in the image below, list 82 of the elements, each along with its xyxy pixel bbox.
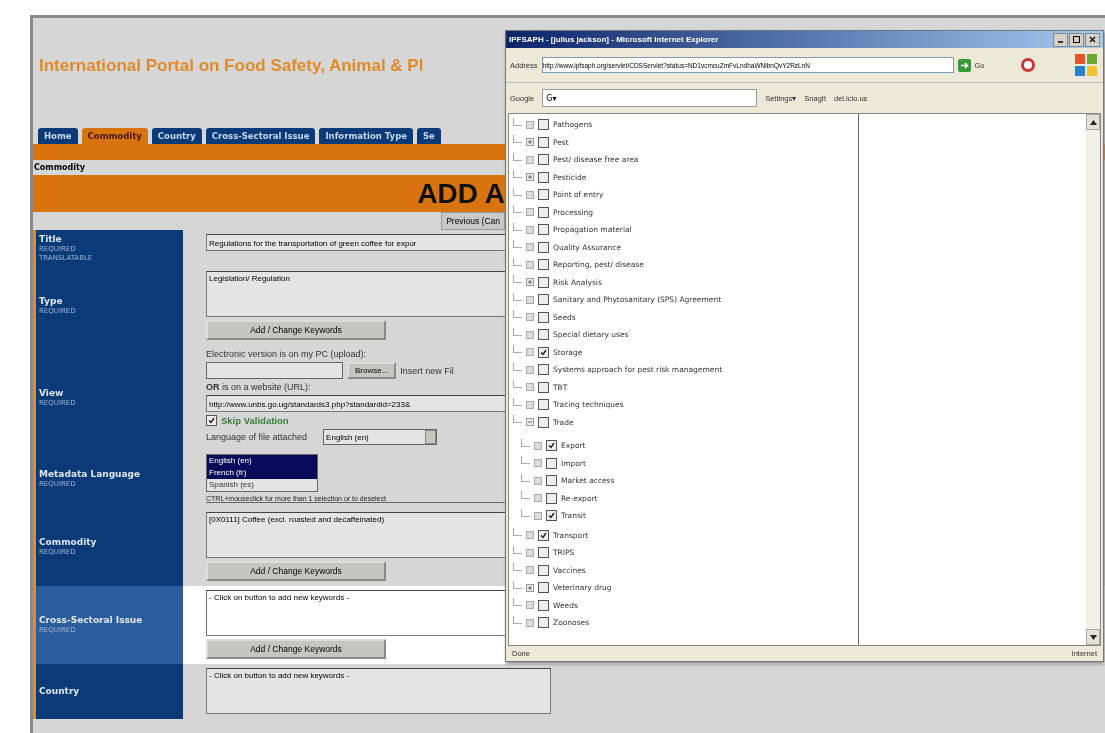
expand-icon[interactable] (526, 173, 534, 182)
field-name: Title (39, 234, 63, 245)
checkbox[interactable] (538, 276, 549, 288)
collapse-icon[interactable] (526, 418, 534, 427)
field-label: Language of file attached (206, 432, 308, 442)
list-option[interactable]: English (en) (207, 455, 317, 467)
language-listbox[interactable]: English (en) French (fr) Spanish (es) (206, 454, 318, 492)
checkbox[interactable] (546, 457, 557, 469)
checkbox[interactable] (206, 415, 217, 426)
expand-icon[interactable] (526, 278, 534, 287)
checkbox[interactable] (538, 329, 549, 341)
nav-tab[interactable]: Se (417, 128, 441, 144)
text-field[interactable]: Regulations for the transportation of green coffee for expor (206, 234, 506, 251)
previous-button[interactable]: Previous (Can (441, 212, 505, 230)
checkbox[interactable] (538, 119, 549, 131)
page-icon (526, 155, 534, 164)
nav-tab[interactable]: Commodity (81, 128, 148, 144)
checkbox[interactable] (538, 206, 549, 218)
checkbox[interactable] (538, 171, 549, 183)
field-name: Metadata Language (39, 469, 142, 480)
checkbox[interactable] (538, 547, 549, 559)
checkbox[interactable] (538, 136, 549, 148)
checkbox[interactable] (538, 564, 549, 576)
checkbox[interactable] (546, 492, 557, 504)
page-heading: ADD A (417, 177, 505, 210)
checkbox[interactable] (538, 241, 549, 253)
window-title: IPFSAPH - [julius jackson] - Microsoft Internet Explorer (509, 35, 719, 44)
field-name: Commodity (39, 537, 98, 548)
checkbox[interactable] (546, 475, 557, 487)
close-icon[interactable] (1085, 32, 1100, 47)
windows-logo-icon (1073, 52, 1099, 78)
checkbox[interactable] (546, 510, 557, 522)
field-name: View (39, 387, 65, 399)
checkbox[interactable] (538, 224, 549, 236)
field-name: Country (39, 686, 81, 697)
checkbox[interactable] (538, 154, 549, 166)
text-area[interactable]: - Click on button to add new keywords - (206, 668, 551, 714)
keywords-button[interactable]: Add / Change Keywords (206, 639, 386, 659)
field-name: Cross-Sectoral Issue (39, 615, 144, 626)
checkbox[interactable] (546, 440, 557, 452)
checkbox[interactable] (538, 364, 549, 376)
checkbox[interactable] (538, 311, 549, 323)
minimize-icon[interactable] (1053, 32, 1068, 47)
checkbox[interactable] (538, 346, 549, 358)
text-field[interactable]: http://www.unbs.go.ug/standards3.php?standardid=233& (206, 395, 506, 412)
scrollbar[interactable] (1086, 114, 1100, 645)
checkbox[interactable] (538, 529, 549, 541)
language-select[interactable]: English (en) (323, 429, 438, 445)
checkbox-label: Skip Validation (221, 415, 289, 426)
list-option[interactable]: French (fr) (207, 467, 317, 479)
nav-tab[interactable]: Cross-Sectoral Issue (205, 128, 316, 144)
nav-tab[interactable]: Home (38, 128, 78, 144)
nav-tab[interactable]: Information Type (319, 128, 413, 144)
maximize-icon[interactable] (1069, 32, 1084, 47)
checkbox[interactable] (538, 189, 549, 201)
breadcrumb: Commodity (33, 162, 87, 174)
browse-button[interactable]: Browse... (347, 362, 397, 379)
scroll-up-icon[interactable] (1089, 119, 1097, 125)
checkbox[interactable] (538, 294, 549, 306)
checkbox[interactable] (538, 599, 549, 611)
page-icon (526, 120, 534, 129)
checkbox[interactable] (538, 259, 549, 271)
checkbox[interactable] (538, 582, 549, 594)
nav-tab[interactable]: Country (151, 128, 202, 144)
checkbox[interactable] (538, 399, 549, 411)
checkbox[interactable] (538, 617, 549, 629)
field-label: Insert new Fil (400, 365, 454, 376)
portal-title: International Portal on Food Safety, Animal & Pl (38, 55, 425, 77)
checkbox[interactable] (538, 416, 549, 428)
field-label: Electronic version is on my PC (upload): (206, 349, 368, 359)
field-label: OR is on a website (URL): (206, 382, 312, 392)
go-arrow-icon[interactable] (957, 58, 971, 72)
keywords-button[interactable]: Add / Change Keywords (206, 320, 386, 340)
keywords-button[interactable]: Add / Change Keywords (206, 561, 386, 581)
expand-icon[interactable] (526, 138, 534, 147)
scroll-down-icon[interactable] (1089, 634, 1097, 640)
google-search-field[interactable]: G▾ (542, 89, 758, 107)
file-field[interactable] (206, 362, 343, 379)
list-option[interactable]: Spanish (es) (207, 479, 317, 491)
expand-icon[interactable] (526, 583, 534, 592)
field-name: Type (39, 296, 64, 307)
checkbox[interactable] (538, 381, 549, 393)
